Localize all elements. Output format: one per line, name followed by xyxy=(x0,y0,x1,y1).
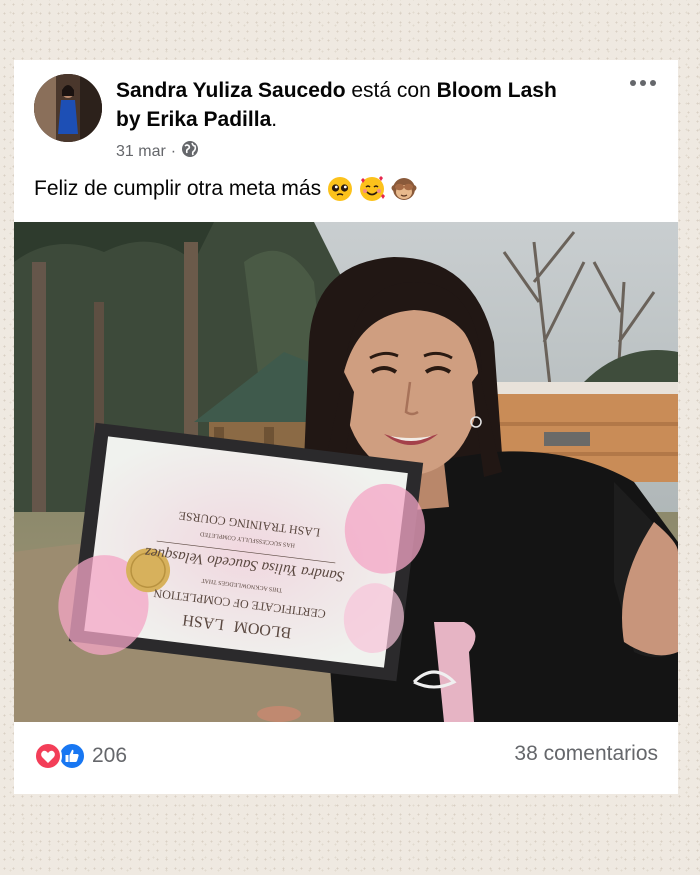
more-dot xyxy=(650,80,656,86)
post-date[interactable]: 31 mar xyxy=(116,143,166,161)
see-no-evil-monkey-emoji xyxy=(391,176,417,202)
reaction-count: 206 xyxy=(92,744,128,767)
more-dot xyxy=(630,80,636,86)
meta-separator: · xyxy=(170,142,177,160)
love-reaction-icon xyxy=(34,742,62,770)
post-caption: Feliz de cumplir otra meta más xyxy=(34,176,417,202)
author-connector: está con xyxy=(345,79,437,102)
pleading-face-emoji xyxy=(327,176,353,202)
post-footer: 206 38 comentarios xyxy=(14,722,678,794)
like-reaction-icon xyxy=(58,742,86,770)
post-meta: 31 mar · xyxy=(116,140,199,163)
author-name[interactable]: Sandra Yuliza Saucedo xyxy=(116,79,346,102)
smiling-face-with-hearts-emoji xyxy=(359,176,386,202)
post-photo[interactable]: BLOOMLASH CERTIFICATE OF COMPLETION THIS… xyxy=(14,222,678,722)
globe-icon xyxy=(181,140,199,163)
more-dot xyxy=(640,80,646,86)
post-card: Sandra Yuliza Saucedo está con Bloom Las… xyxy=(14,60,678,794)
reactions-summary[interactable]: 206 xyxy=(34,742,127,770)
caption-text: Feliz de cumplir otra meta más xyxy=(34,177,322,200)
selfie-with-certificate-image: BLOOMLASH CERTIFICATE OF COMPLETION THIS… xyxy=(14,222,678,722)
certificate: BLOOMLASH CERTIFICATE OF COMPLETION THIS… xyxy=(58,422,425,682)
post-header: Sandra Yuliza Saucedo está con Bloom Las… xyxy=(14,60,678,220)
author-avatar[interactable] xyxy=(34,74,102,142)
post-author-line: Sandra Yuliza Saucedo está con Bloom Las… xyxy=(116,76,586,134)
comments-count-link[interactable]: 38 comentarios xyxy=(514,742,658,766)
more-options-icon[interactable] xyxy=(630,80,656,86)
author-line-period: . xyxy=(271,108,278,131)
